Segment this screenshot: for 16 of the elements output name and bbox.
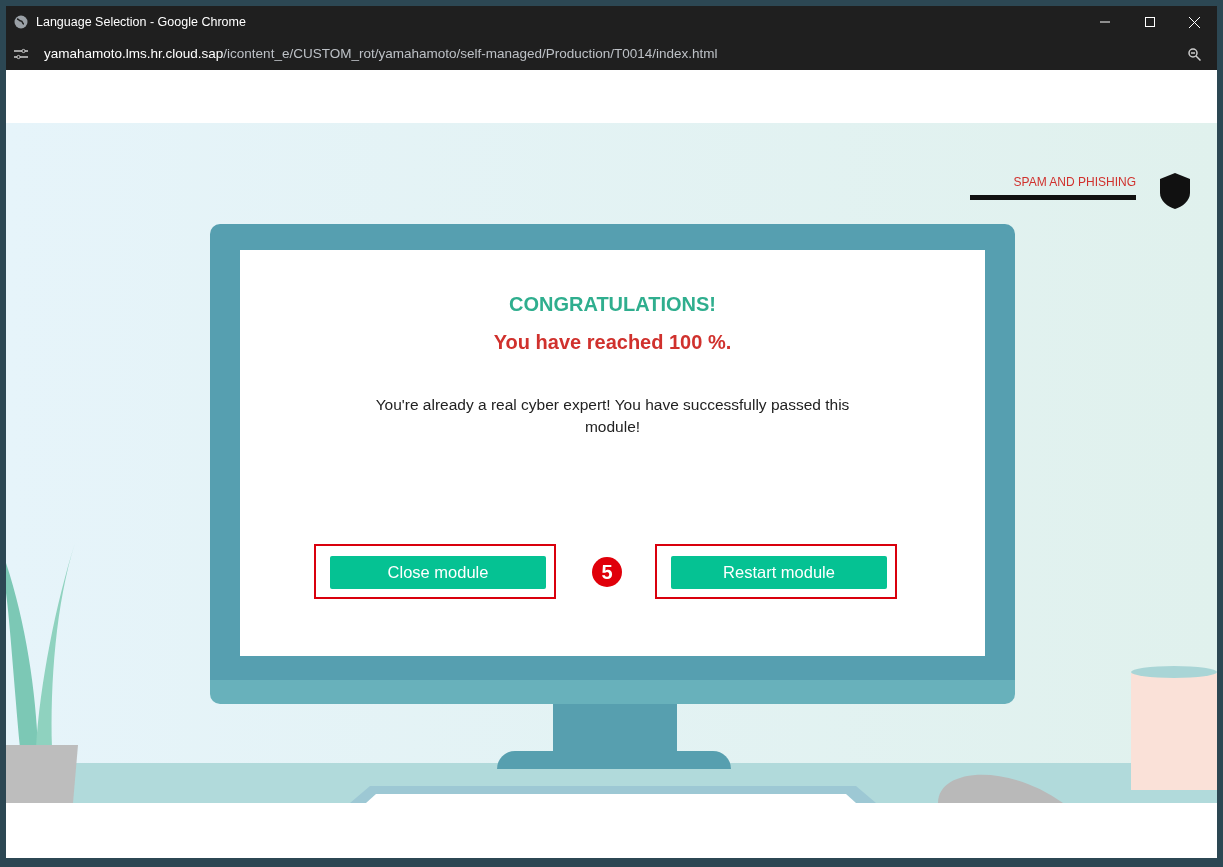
congratulations-heading: CONGRATULATIONS!: [509, 292, 716, 316]
shield-icon: [1160, 173, 1190, 209]
minimize-icon[interactable]: [1099, 21, 1110, 23]
result-message: You're already a real cyber expert! You have successfully passed this module!: [374, 395, 851, 437]
globe-icon: [14, 15, 28, 29]
maximize-icon[interactable]: [1144, 17, 1155, 27]
url-text: yamahamoto.lms.hr.cloud.sap/icontent_e/CUSTOM_rot/yamahamoto/self-managed/Production/T0014/index.html: [44, 44, 718, 63]
close-icon[interactable]: [1189, 16, 1200, 28]
score-text: You have reached 100 %.: [493, 330, 732, 354]
zoom-icon[interactable]: [1188, 47, 1201, 61]
window-title: Language Selection - Google Chrome: [36, 13, 246, 31]
module-title: SPAM AND PHISHING: [1012, 174, 1136, 191]
site-settings-icon[interactable]: [14, 48, 28, 60]
close-module-button[interactable]: Close module: [330, 556, 546, 589]
restart-module-button[interactable]: Restart module: [671, 556, 887, 589]
step-number: 5: [592, 556, 622, 587]
